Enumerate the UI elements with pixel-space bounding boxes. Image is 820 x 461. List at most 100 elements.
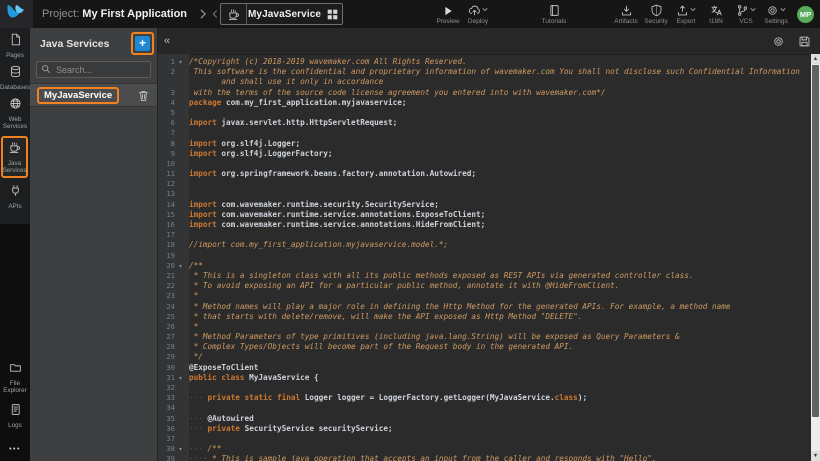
sidebar-item-apis[interactable]: APIs — [0, 184, 30, 210]
sidebar-item-file-explorer[interactable]: File Explorer — [0, 361, 30, 394]
code-line[interactable]: 18//import com.my_first_application.myja… — [158, 240, 811, 250]
more-options-icon[interactable]: ••• — [9, 446, 21, 453]
preview-button[interactable]: Preview — [433, 0, 463, 28]
code-line[interactable]: 21 * This is a singleton class with all … — [158, 271, 811, 281]
code-line[interactable]: 8import org.slf4j.Logger; — [158, 139, 811, 149]
line-number: 22 — [158, 281, 175, 291]
code-line[interactable]: 32 — [158, 383, 811, 393]
tutorials-button[interactable]: Tutorials — [539, 0, 569, 28]
code-line[interactable]: 17 — [158, 230, 811, 240]
fold-gutter — [175, 251, 186, 261]
logs-icon — [9, 403, 22, 421]
scroll-up-icon[interactable]: ▲ — [811, 54, 820, 64]
code-line[interactable]: 39···· * This is sample java operation t… — [158, 454, 811, 461]
export-button[interactable]: Export — [671, 0, 701, 28]
code-line[interactable]: 9import org.slf4j.LoggerFactory; — [158, 149, 811, 159]
fold-gutter — [175, 210, 186, 220]
line-number: 38 — [158, 444, 175, 454]
line-number: 2 — [158, 67, 175, 77]
editor-toolbar: « — [158, 28, 820, 55]
grid-icon[interactable] — [322, 9, 342, 20]
code-line[interactable]: 22 * To avoid exposing an API for a part… — [158, 281, 811, 291]
artifacts-button[interactable]: Artifacts — [611, 0, 641, 28]
sidebar-item-java-services[interactable]: Java Services — [1, 136, 28, 178]
code-line[interactable]: 13 — [158, 189, 811, 199]
tab-scroll-left-icon[interactable] — [212, 10, 218, 18]
code-line[interactable]: 36··· private SecurityService securitySe… — [158, 424, 811, 434]
settings-button[interactable]: Settings — [761, 0, 791, 28]
sidebar-item-web-services[interactable]: Web Services — [0, 97, 30, 130]
collapse-panel-icon[interactable]: « — [164, 36, 170, 47]
tab-myjavaservice[interactable]: MyJavaService — [220, 3, 343, 25]
left-rail: Pages Databases Web Services Java Services A… — [0, 28, 30, 461]
code-line[interactable]: 27 * Method Parameters of type primitive… — [158, 332, 811, 342]
code-line[interactable]: 7 — [158, 128, 811, 138]
code-line[interactable]: 5 — [158, 108, 811, 118]
action-label: VCS — [739, 18, 752, 25]
code-line[interactable]: and shall use it only in accordance — [158, 77, 811, 87]
avatar[interactable]: MP — [797, 6, 814, 23]
code-line[interactable]: 11import org.springframework.beans.facto… — [158, 169, 811, 179]
code-text — [186, 230, 189, 240]
code-line[interactable]: 29 */ — [158, 352, 811, 362]
line-number: 3 — [158, 88, 175, 98]
search-row — [30, 57, 157, 83]
code-text: //import com.my_first_application.myjava… — [186, 240, 448, 250]
deploy-button[interactable]: Deploy — [463, 0, 493, 28]
vcs-button[interactable]: VCS — [731, 0, 761, 28]
code-line[interactable]: 3 with the terms of the source code lice… — [158, 88, 811, 98]
save-icon[interactable] — [798, 35, 811, 48]
line-number: 20 — [158, 261, 175, 271]
download-icon — [620, 3, 633, 17]
code-line[interactable]: 15import com.wavemaker.runtime.service.a… — [158, 210, 811, 220]
code-line[interactable]: 31▾public class MyJavaService { — [158, 373, 811, 383]
search-input[interactable] — [54, 64, 146, 76]
sidebar-item-logs[interactable]: Logs — [0, 403, 30, 429]
code-text: */ — [186, 352, 203, 362]
gear-icon[interactable] — [772, 35, 785, 48]
security-button[interactable]: Security — [641, 0, 671, 28]
code-text: import com.wavemaker.runtime.security.Se… — [186, 200, 439, 210]
fold-arrow-icon[interactable]: ▾ — [175, 261, 186, 271]
code-line[interactable]: 2 This software is the confidential and … — [158, 67, 811, 77]
code-line[interactable]: 12 — [158, 179, 811, 189]
code-text: import javax.servlet.http.HttpServletReq… — [186, 118, 397, 128]
code-line[interactable]: 26 * — [158, 322, 811, 332]
code-area[interactable]: 1▾/*Copyright (c) 2018-2019 wavemaker.co… — [158, 54, 811, 461]
code-line[interactable]: 4package com.my_first_application.myjava… — [158, 98, 811, 108]
fold-arrow-icon[interactable]: ▾ — [175, 444, 186, 454]
code-line[interactable]: 38▾··· /** — [158, 444, 811, 454]
fold-arrow-icon[interactable]: ▾ — [175, 57, 186, 67]
scrollbar-thumb[interactable] — [812, 65, 819, 417]
code-line[interactable]: 30@ExposeToClient — [158, 363, 811, 373]
code-line[interactable]: 33··· private static final Logger logger… — [158, 393, 811, 403]
code-line[interactable]: 37 — [158, 434, 811, 444]
editor-scrollbar[interactable]: ▲ ▼ — [811, 54, 820, 461]
line-number: 5 — [158, 108, 175, 118]
code-line[interactable]: 24 * Method names will play a major role… — [158, 302, 811, 312]
wavemaker-logo[interactable] — [0, 0, 33, 28]
i18n-button[interactable]: I18N — [701, 0, 731, 28]
code-line[interactable]: 16import com.wavemaker.runtime.service.a… — [158, 220, 811, 230]
code-line[interactable]: 1▾/*Copyright (c) 2018-2019 wavemaker.co… — [158, 57, 811, 67]
fold-arrow-icon[interactable]: ▾ — [175, 373, 186, 383]
scroll-down-icon[interactable]: ▼ — [811, 451, 820, 461]
sidebar-item-databases[interactable]: Databases — [0, 65, 30, 91]
panel-title: Java Services — [40, 38, 131, 50]
fold-gutter — [175, 383, 186, 393]
code-line[interactable]: 19 — [158, 251, 811, 261]
trash-icon[interactable] — [137, 89, 150, 102]
code-text: * — [186, 322, 198, 332]
code-line[interactable]: 28 * Complex Types/Objects will become p… — [158, 342, 811, 352]
code-line[interactable]: 34 — [158, 403, 811, 413]
code-line[interactable]: 23 * — [158, 291, 811, 301]
code-line[interactable]: 6import javax.servlet.http.HttpServletRe… — [158, 118, 811, 128]
code-line[interactable]: 35··· @Autowired — [158, 414, 811, 424]
add-service-button[interactable]: + — [135, 36, 150, 51]
list-item-myjavaservice[interactable]: MyJavaService — [30, 83, 157, 107]
code-line[interactable]: 10 — [158, 159, 811, 169]
sidebar-item-pages[interactable]: Pages — [0, 33, 30, 59]
code-line[interactable]: 25 * that starts with delete/remove, wil… — [158, 312, 811, 322]
code-line[interactable]: 14import com.wavemaker.runtime.security.… — [158, 200, 811, 210]
code-line[interactable]: 20▾/** — [158, 261, 811, 271]
